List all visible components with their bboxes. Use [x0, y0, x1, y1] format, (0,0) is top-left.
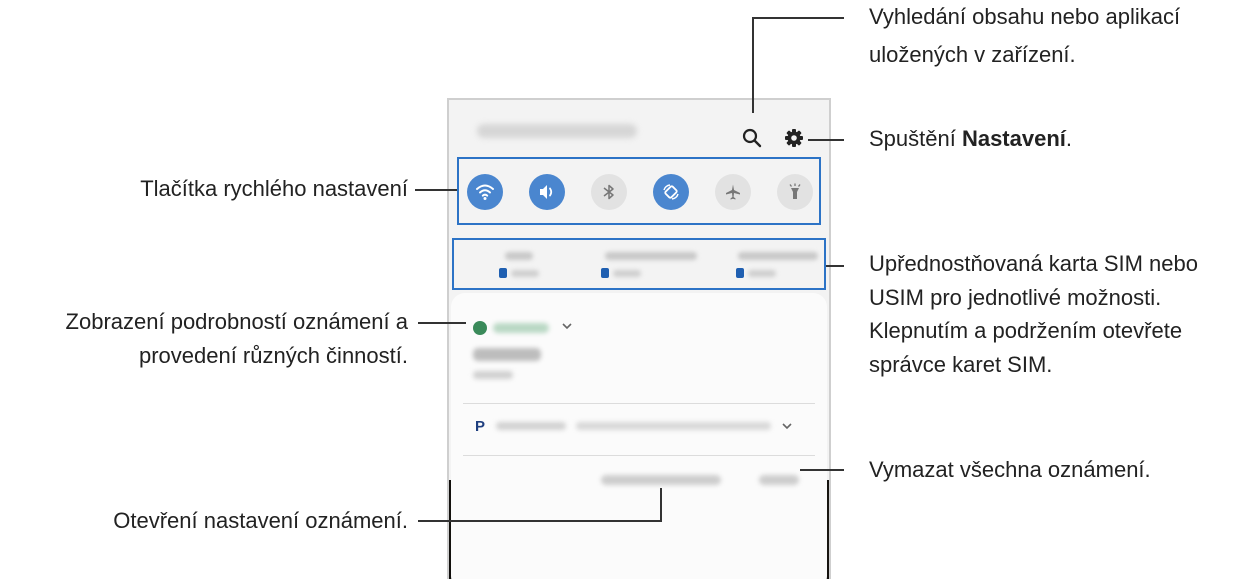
notification-details-label-line1: Zobrazení podrobností oznámení a — [65, 309, 408, 334]
settings-label-suffix: . — [1065, 126, 1073, 151]
app-notification-icon — [473, 321, 487, 335]
notification-settings-callout-line-h — [418, 520, 662, 522]
sim-label-line1: Upřednostňovaná karta SIM nebo — [869, 251, 1198, 276]
notification-settings-button[interactable] — [591, 463, 741, 499]
quick-settings-label: Tlačítka rychlého nastavení — [140, 176, 408, 201]
chevron-down-icon[interactable] — [561, 319, 573, 337]
search-callout-line — [752, 17, 754, 113]
quick-settings-highlight — [457, 157, 821, 225]
sim-label-line3: Klepnutím a podržením otevřete — [869, 318, 1183, 343]
gear-icon[interactable] — [783, 127, 805, 149]
settings-label: Spuštění Nastavení. — [869, 124, 1072, 154]
quick-settings-callout-line — [415, 189, 457, 191]
sim-callout-line — [826, 265, 844, 267]
app-notification-icon: P — [475, 418, 486, 435]
notification-item[interactable] — [451, 293, 827, 393]
sim-label-line4: správce karet SIM. — [869, 352, 1053, 377]
clear-all-label: Vymazat všechna oznámení. — [869, 457, 1151, 482]
notification-details-callout-line — [418, 322, 466, 324]
settings-label-bold: Nastavení — [961, 126, 1066, 151]
search-callout-line-h — [752, 17, 844, 19]
notification-settings-label: Otevření nastavení oznámení. — [113, 508, 408, 533]
date-time-blurred — [477, 124, 637, 138]
sim-highlight — [452, 238, 826, 290]
settings-callout-line — [808, 139, 844, 141]
sim-label-line2: USIM pro jednotlivé možnosti. — [869, 285, 1162, 310]
chevron-down-icon[interactable] — [781, 419, 793, 437]
notification-item[interactable]: P — [451, 405, 827, 445]
clear-all-callout-line — [800, 469, 844, 471]
settings-label-prefix: Spuštění — [869, 126, 962, 151]
search-label-line2: uložených v zařízení. — [869, 42, 1076, 67]
notification-settings-callout-line — [660, 488, 662, 522]
notification-details-label-line2: provedení různých činností. — [138, 343, 408, 368]
search-label-line1: Vyhledání obsahu nebo aplikací — [869, 4, 1181, 29]
notification-card: P — [451, 293, 827, 579]
search-icon[interactable] — [741, 127, 763, 149]
